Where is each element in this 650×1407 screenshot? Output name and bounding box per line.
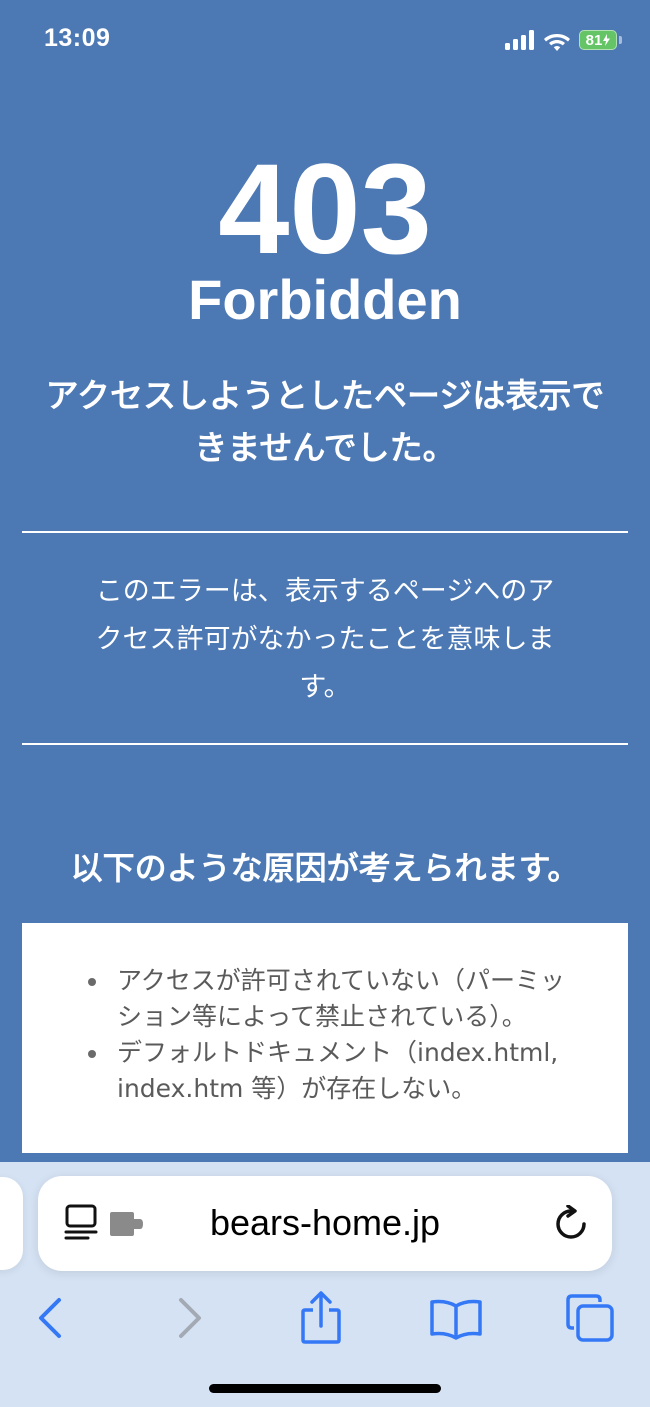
address-bar[interactable]: bears-home.jp — [38, 1176, 612, 1271]
error-title-line: きませんでした。 — [194, 428, 456, 467]
battery-charging-icon: 81 — [579, 30, 617, 50]
list-item: デフォルトドキュメント（index.html, index.htm 等）が存在し… — [88, 1035, 597, 1107]
back-icon — [39, 1298, 61, 1338]
error-title: アクセスしようとしたページは表示で きませんでした。 — [24, 370, 626, 474]
error-description-line: す。 — [299, 672, 351, 703]
page-format-icon[interactable] — [64, 1204, 100, 1244]
error-title-line: アクセスしようとしたページは表示で — [45, 376, 605, 415]
home-indicator[interactable] — [209, 1384, 441, 1393]
previous-tab-edge[interactable] — [0, 1177, 23, 1270]
bookmarks-icon — [430, 1299, 482, 1340]
tabs-icon — [566, 1294, 614, 1342]
error-code: 403 — [218, 138, 432, 281]
cause-line: index.htm 等）が存在しない。 — [117, 1074, 477, 1103]
bookmarks-button[interactable] — [426, 1288, 486, 1348]
causes-heading: 以下のような原因が考えられます。 — [70, 849, 580, 887]
cause-line: アクセスが許可されていない（パーミッ — [117, 966, 566, 995]
error-description-line: クセス許可がなかったことを意味しま — [95, 624, 555, 655]
error-name: Forbidden — [188, 268, 462, 331]
tabs-button[interactable] — [560, 1288, 620, 1348]
wifi-icon — [544, 33, 570, 51]
url-text[interactable]: bears-home.jp — [158, 1198, 492, 1248]
battery-level: 81 — [585, 31, 603, 49]
forward-icon — [179, 1298, 201, 1338]
status-time: 13:09 — [44, 24, 111, 52]
list-item: アクセスが許可されていない（パーミッ ション等によって禁止されている）。 — [88, 963, 597, 1035]
battery-nub — [619, 36, 622, 44]
forward-button[interactable] — [160, 1288, 220, 1348]
browser-toolbar: bears-home.jp — [0, 1162, 650, 1407]
screen: 13:09 81 403 Forbidden アクセスしようとしたページは表示で… — [0, 0, 650, 1407]
status-icons: 81 — [505, 28, 622, 52]
back-button[interactable] — [20, 1288, 80, 1348]
status-bar: 13:09 81 — [0, 0, 650, 80]
cause-line: デフォルトドキュメント（index.html, — [117, 1038, 559, 1067]
cause-line: ション等によって禁止されている）。 — [117, 1002, 527, 1031]
causes-box: アクセスが許可されていない（パーミッ ション等によって禁止されている）。 デフォ… — [22, 923, 628, 1153]
extension-icon[interactable] — [108, 1210, 146, 1238]
causes-list: アクセスが許可されていない（パーミッ ション等によって禁止されている）。 デフォ… — [88, 963, 597, 1107]
divider-top — [22, 531, 628, 533]
charging-bolt-icon — [603, 34, 611, 46]
share-button[interactable] — [291, 1288, 351, 1348]
reload-icon[interactable] — [552, 1205, 590, 1243]
divider-bottom — [22, 743, 628, 745]
error-description: このエラーは、表示するページへのア クセス許可がなかったことを意味しま す。 — [50, 568, 600, 712]
error-description-line: このエラーは、表示するページへのア — [95, 576, 555, 607]
cellular-signal-icon — [505, 30, 534, 50]
share-icon — [301, 1291, 341, 1344]
